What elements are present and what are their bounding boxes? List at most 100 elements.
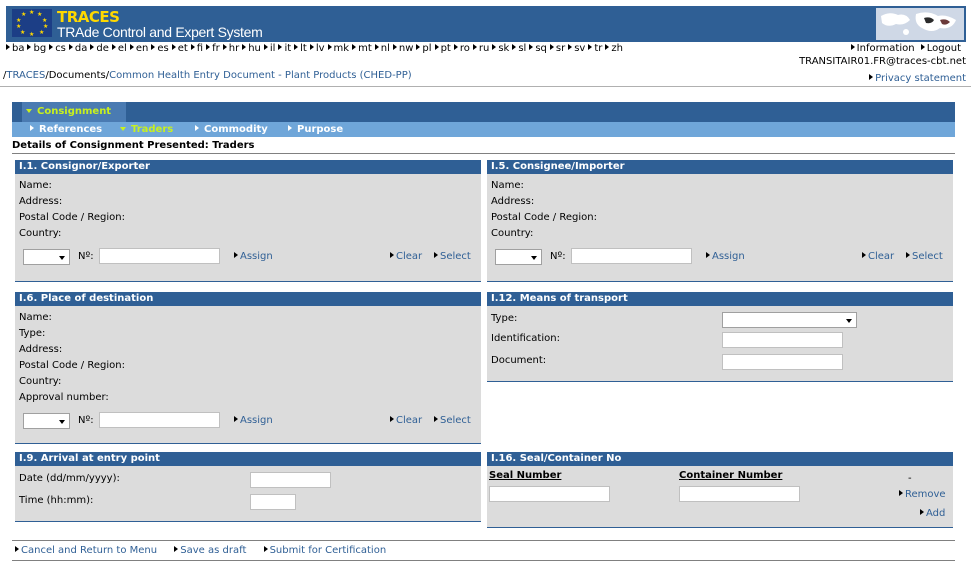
seal-number-input[interactable] <box>489 486 610 502</box>
transport-type-label: Type: <box>491 313 518 324</box>
language-link-fr[interactable]: fr <box>206 43 220 54</box>
breadcrumb-traces[interactable]: TRACES <box>6 70 45 81</box>
language-link-nw[interactable]: nw <box>393 43 414 54</box>
destination-clear-button[interactable]: Clear <box>390 415 422 426</box>
seal-dash: - <box>908 473 912 484</box>
language-link-ba[interactable]: ba <box>6 43 24 54</box>
consignor-number-input[interactable] <box>99 248 220 264</box>
language-link-hr[interactable]: hr <box>223 43 239 54</box>
divider <box>12 560 955 561</box>
subtab-traders[interactable]: Traders <box>120 122 173 137</box>
consignee-clear-button[interactable]: Clear <box>862 251 894 262</box>
consignee-assign-button[interactable]: Assign <box>706 251 745 262</box>
language-link-zh[interactable]: zh <box>605 43 623 54</box>
consignee-select-button[interactable]: Select <box>906 251 943 262</box>
consignor-no-label: Nº: <box>78 251 94 262</box>
consignee-panel-title: I.5. Consignee/Importer <box>487 160 953 174</box>
consignor-select-button[interactable]: Select <box>434 251 471 262</box>
language-link-sq[interactable]: sq <box>529 43 547 54</box>
language-link-pt[interactable]: pt <box>435 43 451 54</box>
privacy-statement-link[interactable]: Privacy statement <box>869 73 966 84</box>
destination-number-input[interactable] <box>99 412 220 428</box>
language-link-lv[interactable]: lv <box>310 43 325 54</box>
breadcrumb-current[interactable]: Common Health Entry Document - Plant Pro… <box>109 70 412 81</box>
language-link-bg[interactable]: bg <box>27 43 46 54</box>
consignor-assign-button[interactable]: Assign <box>234 251 273 262</box>
destination-type-label: Type: <box>19 328 46 339</box>
subtab-purpose[interactable]: Purpose <box>288 122 343 137</box>
consignee-no-label: Nº: <box>550 251 566 262</box>
subtab-references[interactable]: References <box>30 122 102 137</box>
arrival-time-input[interactable] <box>250 494 296 510</box>
consignee-name-label: Name: <box>491 180 524 191</box>
world-map-icon <box>876 8 964 40</box>
language-link-pl[interactable]: pl <box>416 43 431 54</box>
language-link-de[interactable]: de <box>90 43 109 54</box>
language-link-fi[interactable]: fi <box>191 43 203 54</box>
destination-address-label: Address: <box>19 344 63 355</box>
divider <box>0 86 971 87</box>
language-link-cs[interactable]: cs <box>49 43 66 54</box>
tab-consignment[interactable]: Consignment <box>22 102 126 122</box>
save-draft-button[interactable]: Save as draft <box>174 545 246 556</box>
section-title: Details of Consignment Presented: Trader… <box>12 140 255 151</box>
language-link-hu[interactable]: hu <box>242 43 261 54</box>
destination-panel: I.6. Place of destination Name: Type: Ad… <box>15 292 481 444</box>
arrival-date-input[interactable] <box>250 472 331 488</box>
consignee-panel: I.5. Consignee/Importer Name: Address: P… <box>487 160 953 282</box>
arrival-panel-title: I.9. Arrival at entry point <box>15 452 481 466</box>
language-link-et[interactable]: et <box>172 43 188 54</box>
language-link-sk[interactable]: sk <box>492 43 509 54</box>
seal-add-button[interactable]: Add <box>920 508 945 519</box>
language-link-sl[interactable]: sl <box>512 43 526 54</box>
information-link[interactable]: Information <box>851 43 915 54</box>
seal-panel-title: I.16. Seal/Container No <box>487 452 953 466</box>
language-link-il[interactable]: il <box>264 43 276 54</box>
destination-name-label: Name: <box>19 312 52 323</box>
language-link-ru[interactable]: ru <box>473 43 489 54</box>
transport-identification-label: Identification: <box>491 333 560 344</box>
seal-remove-button[interactable]: Remove <box>899 489 946 500</box>
consignee-country-label: Country: <box>491 228 534 239</box>
arrival-panel: I.9. Arrival at entry point Date (dd/mm/… <box>15 452 481 522</box>
language-link-nl[interactable]: nl <box>375 43 390 54</box>
transport-identification-input[interactable] <box>722 332 843 348</box>
language-link-lt[interactable]: lt <box>294 43 307 54</box>
subtab-commodity[interactable]: Commodity <box>195 122 268 137</box>
divider <box>12 540 955 541</box>
transport-document-label: Document: <box>491 355 547 366</box>
destination-approval-label: Approval number: <box>19 392 109 403</box>
user-email: TRANSITAIR01.FR@traces-cbt.net <box>799 56 966 67</box>
logout-link[interactable]: Logout <box>921 43 961 54</box>
arrival-date-label: Date (dd/mm/yyyy): <box>19 473 120 484</box>
destination-country-select[interactable] <box>23 413 70 429</box>
arrival-time-label: Time (hh:mm): <box>19 495 94 506</box>
language-link-sr[interactable]: sr <box>550 43 565 54</box>
consignor-country-select[interactable] <box>23 249 70 265</box>
destination-select-button[interactable]: Select <box>434 415 471 426</box>
language-link-tr[interactable]: tr <box>588 43 602 54</box>
language-link-ro[interactable]: ro <box>454 43 470 54</box>
transport-type-select[interactable] <box>722 312 857 328</box>
language-link-en[interactable]: en <box>130 43 149 54</box>
language-link-da[interactable]: da <box>69 43 87 54</box>
container-number-input[interactable] <box>679 486 800 502</box>
breadcrumb-documents: Documents <box>48 70 106 81</box>
consignee-number-input[interactable] <box>571 248 692 264</box>
language-link-es[interactable]: es <box>151 43 168 54</box>
language-link-mt[interactable]: mt <box>352 43 372 54</box>
language-link-sv[interactable]: sv <box>568 43 585 54</box>
consignor-clear-button[interactable]: Clear <box>390 251 422 262</box>
cancel-return-button[interactable]: Cancel and Return to Menu <box>15 545 157 556</box>
seal-panel: I.16. Seal/Container No Seal Number Cont… <box>487 452 953 528</box>
consignee-country-select[interactable] <box>495 249 542 265</box>
destination-assign-button[interactable]: Assign <box>234 415 273 426</box>
seal-number-header: Seal Number <box>489 470 562 481</box>
language-link-it[interactable]: it <box>278 43 291 54</box>
app-header: ★ ★ ★ ★ ★ ★ ★ ★ ★ ★ TRACES TRAde Control… <box>6 6 966 42</box>
transport-document-input[interactable] <box>722 354 843 370</box>
language-link-el[interactable]: el <box>112 43 127 54</box>
submit-certification-button[interactable]: Submit for Certification <box>264 545 387 556</box>
language-link-mk[interactable]: mk <box>328 43 350 54</box>
destination-no-label: Nº: <box>78 415 94 426</box>
